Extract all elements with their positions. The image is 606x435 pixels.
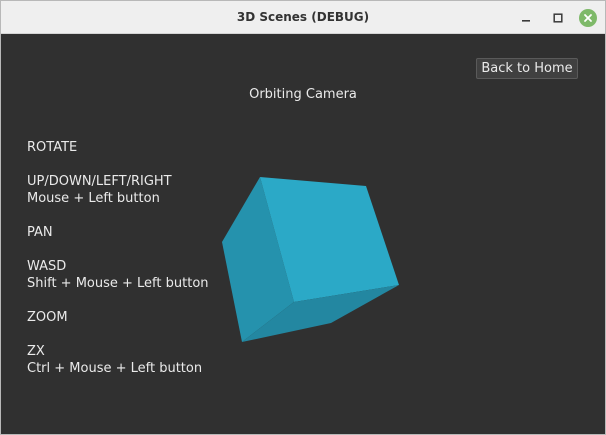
zoom-heading: ZOOM — [27, 310, 68, 325]
scene-viewport[interactable]: Back to Home Orbiting Camera ROTATE UP/D… — [1, 34, 605, 434]
pan-mouse: Shift + Mouse + Left button — [27, 276, 209, 291]
title-bar[interactable]: 3D Scenes (DEBUG) — [1, 1, 605, 34]
back-to-home-button[interactable]: Back to Home — [476, 58, 578, 79]
minimize-icon — [522, 20, 530, 22]
app-window: 3D Scenes (DEBUG) Back to Home Orbiting … — [0, 0, 606, 435]
maximize-icon — [553, 13, 563, 23]
rotate-mouse: Mouse + Left button — [27, 191, 160, 206]
window-title: 3D Scenes (DEBUG) — [236, 10, 370, 24]
close-icon — [584, 14, 592, 22]
zoom-keys: ZX — [27, 344, 45, 359]
minimize-button[interactable] — [517, 9, 535, 27]
zoom-mouse: Ctrl + Mouse + Left button — [27, 361, 203, 376]
maximize-button[interactable] — [549, 9, 567, 27]
rotate-heading: ROTATE — [27, 140, 78, 155]
pan-keys: WASD — [27, 259, 67, 274]
scene-title: Orbiting Camera — [249, 87, 357, 102]
rotate-keys: UP/DOWN/LEFT/RIGHT — [27, 174, 172, 189]
close-button[interactable] — [579, 9, 597, 27]
pan-heading: PAN — [27, 225, 53, 240]
